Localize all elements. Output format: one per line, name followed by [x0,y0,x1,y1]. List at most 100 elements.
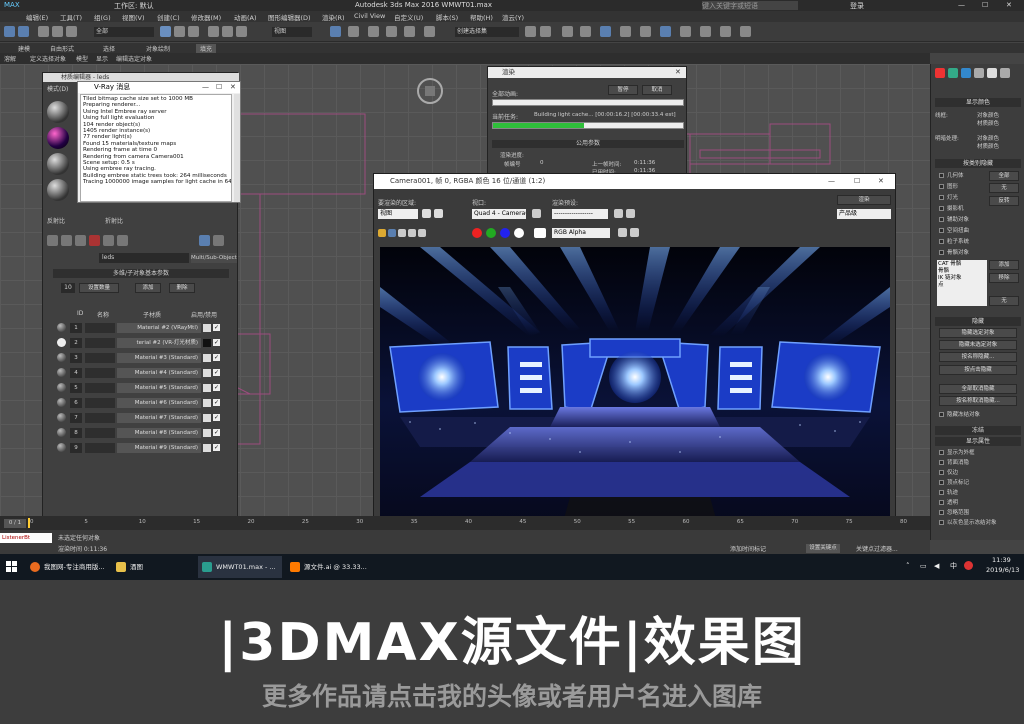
material-sample-slot[interactable] [47,179,69,201]
clock-time[interactable]: 11:39 [992,556,1011,564]
named-selection-dropdown[interactable]: 创建选择集 [455,27,519,37]
sub-material-row[interactable]: 5 Material #5 (Standard) ✓ [53,382,223,394]
maximize-icon[interactable]: ☐ [854,177,860,185]
close-icon[interactable]: ✕ [675,68,681,76]
category-checkbox[interactable]: 摄影机 [939,204,964,212]
sub-material-row[interactable]: 8 Material #8 (Standard) ✓ [53,427,223,439]
row-enable[interactable]: ✓ [213,369,220,376]
material-editor-icon[interactable] [640,26,651,37]
clock-date[interactable]: 2019/6/13 [986,566,1019,574]
subribbon-item[interactable]: 模型 [76,54,88,63]
row-name[interactable] [85,383,115,393]
mirror-icon[interactable] [525,26,536,37]
app-logo-icon[interactable]: MAX [4,1,20,9]
sub-material-row[interactable]: 6 Material #6 (Standard) ✓ [53,397,223,409]
green-channel-icon[interactable] [486,228,496,238]
prop-checkbox[interactable]: 透明 [939,498,958,506]
close-button[interactable]: ✕ [1006,1,1012,9]
alpha-channel-icon[interactable] [514,228,524,238]
row-color[interactable] [203,369,211,377]
display-tab-icon[interactable] [987,68,997,78]
selection-filter-dropdown[interactable]: 全部 [94,27,154,37]
cat-list-item[interactable]: IK 链对象 [938,275,986,282]
maximize-icon[interactable]: ☐ [216,83,222,91]
prop-checkbox[interactable]: 背面消隐 [939,458,969,466]
prop-checkbox[interactable]: 仅边 [939,468,958,476]
row-sub[interactable]: Material #7 (Standard) [117,413,201,423]
category-list[interactable]: CAT 骨骼 骨骼 IK 链对象 点 [937,260,987,306]
search-input[interactable]: 键入关键字或短语 [702,1,798,10]
subribbon-item[interactable]: 定义选择对象 [30,54,66,63]
reset-material-icon[interactable] [89,235,100,246]
subribbon-item[interactable]: 显示 [96,54,108,63]
antivirus-icon[interactable] [964,561,973,570]
prop-checkbox[interactable]: 轨迹 [939,488,958,496]
set-key-button[interactable]: 设置关键点 [806,544,840,553]
windows-start-icon[interactable] [6,561,17,572]
row-name[interactable] [85,353,115,363]
row-color[interactable] [203,324,211,332]
menu-item[interactable]: 渲染(R) [322,12,345,22]
row-enable[interactable]: ✓ [213,339,220,346]
taskbar-item-illustrator[interactable]: 源文件.ai @ 33.33... [286,556,370,578]
row-sub[interactable]: Material #2 (VRayMtl) [117,323,201,333]
menu-item[interactable]: 组(G) [94,12,111,22]
row-sub[interactable]: Material #4 (Standard) [117,368,201,378]
percent-snap-icon[interactable] [386,26,397,37]
schematic-icon[interactable] [620,26,631,37]
category-checkbox[interactable]: 粒子系统 [939,237,969,245]
ribbon-tab[interactable]: 自由形式 [50,44,74,53]
blue-channel-icon[interactable] [500,228,510,238]
category-checkbox[interactable]: 灯光 [939,193,958,201]
menu-item[interactable]: 帮助(H) [470,12,493,22]
add-button[interactable]: 添加 [989,260,1019,270]
assign-material-icon[interactable] [75,235,86,246]
prop-checkbox[interactable]: 顶点标记 [939,478,969,486]
prop-checkbox[interactable]: 显示为外框 [939,448,975,456]
row-color[interactable] [203,339,211,347]
menu-item[interactable]: 图形编辑器(D) [268,12,311,22]
ime-indicator[interactable]: 中 [950,561,957,571]
display-color-header[interactable]: 显示颜色 [935,98,1021,107]
ribbon-tab[interactable]: 对象绘制 [146,44,170,53]
minimize-button[interactable]: — [958,1,965,9]
common-params-header[interactable]: 公用参数 [492,140,684,148]
select-icon[interactable] [160,26,171,37]
sub-material-row[interactable]: 2 terial #2 (VR-灯光材质) ✓ [53,337,223,349]
subribbon-item[interactable]: 编辑选定对象 [116,54,152,63]
modify-tab-icon[interactable] [948,68,958,78]
angle-snap-icon[interactable] [368,26,379,37]
menu-item[interactable]: 动画(A) [234,12,257,22]
swatch-icon[interactable] [534,228,546,238]
obj-color-radio[interactable]: 对象颜色 [977,111,999,119]
all-button[interactable]: 全部 [989,171,1019,181]
frame-buffer-title[interactable]: Camera001, 帧 0, RGBA 颜色 16 位/通道 (1:2) [374,174,895,189]
pause-button[interactable]: 暂停 [608,85,638,95]
sub-material-row[interactable]: 9 Material #9 (Standard) ✓ [53,442,223,454]
hide-by-category-header[interactable]: 按类别隐藏 [935,159,1021,168]
edit-named-selection-icon[interactable] [424,26,435,37]
network-icon[interactable]: ▭ [920,562,927,570]
row-sub[interactable]: Material #3 (Standard) [117,353,201,363]
rotate-icon[interactable] [222,26,233,37]
invert-button[interactable]: 反转 [989,196,1019,206]
subribbon-item[interactable]: 溶解 [4,54,16,63]
row-name[interactable] [85,443,115,453]
redo-icon[interactable] [18,26,29,37]
select-by-name-icon[interactable] [174,26,185,37]
sub-material-row[interactable]: 7 Material #7 (Standard) ✓ [53,412,223,424]
none-button[interactable]: 无 [989,183,1019,193]
show-map-icon[interactable] [199,235,210,246]
delete-button[interactable]: 删除 [169,283,195,293]
row-color[interactable] [203,414,211,422]
add-button[interactable]: 添加 [135,283,161,293]
category-checkbox[interactable]: 骨骼对象 [939,248,969,256]
product-dropdown[interactable]: 产品级 [837,209,891,219]
material-sample-slot[interactable] [47,101,69,123]
hide-by-name-button[interactable]: 按名称隐藏... [939,352,1017,362]
put-material-icon[interactable] [61,235,72,246]
ribbon-tab[interactable]: 建模 [18,44,30,53]
row-color[interactable] [203,354,211,362]
menu-item[interactable]: 编辑(E) [26,12,48,22]
row-color[interactable] [203,429,211,437]
